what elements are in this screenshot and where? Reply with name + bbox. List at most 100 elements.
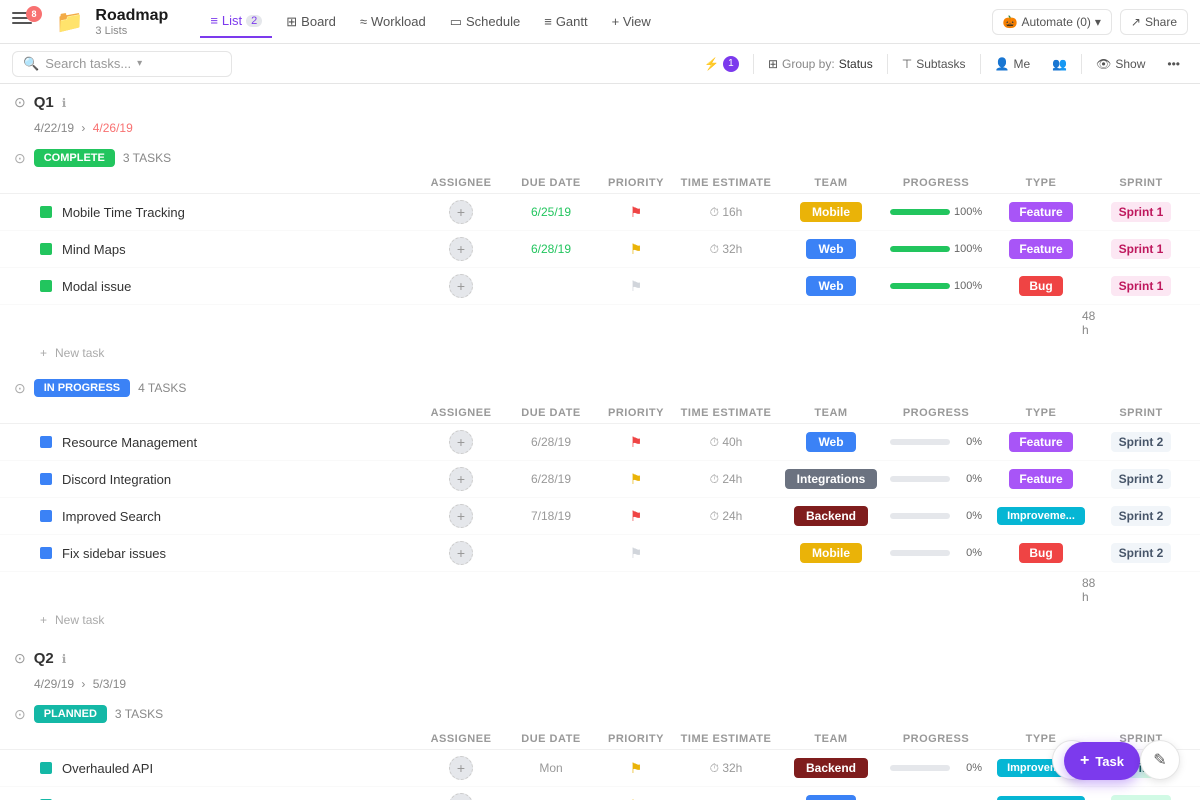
search-input[interactable]: 🔍 Search tasks... ▾ <box>12 51 232 77</box>
task-row[interactable]: Resource Management + 6/28/19 ⚑ ⏱ 40h We… <box>0 424 1200 461</box>
task-row[interactable]: Mind Maps + 6/28/19 ⚑ ⏱ 32h Web <box>0 231 1200 268</box>
tab-gantt[interactable]: ≡ Gantt <box>534 6 597 38</box>
sprint-badge: Sprint 1 <box>1111 202 1172 222</box>
priority-flag-gray: ⚑ <box>630 545 643 562</box>
task-row[interactable]: Translation and Localization + 7/3/19 ⚑ … <box>0 787 1200 800</box>
progress-bar-wrap <box>890 439 950 445</box>
assignee-cell[interactable]: + <box>416 430 506 454</box>
tab-view[interactable]: + View <box>602 6 661 38</box>
edit-fab[interactable]: ✎ <box>1140 740 1180 780</box>
q2-planned-toggle: ⊙ <box>14 706 26 723</box>
tab-workload[interactable]: ≈ Workload <box>350 6 436 38</box>
project-name: Roadmap <box>95 7 168 25</box>
share-icon: ↗ <box>1131 15 1141 29</box>
estimate-cell: ⏱ 32h <box>676 242 776 257</box>
q1-complete-total: 48 h <box>0 305 1200 341</box>
add-assignee-icon[interactable]: + <box>449 467 473 491</box>
task-row[interactable]: Fix sidebar issues + ⚑ Mobile <box>0 535 1200 572</box>
assignee-cell[interactable]: + <box>416 237 506 261</box>
show-button[interactable]: 👁 Show <box>1088 53 1153 75</box>
add-assignee-icon[interactable]: + <box>449 430 473 454</box>
me-button[interactable]: 👤 Me <box>987 53 1039 75</box>
group-by-button[interactable]: ⊞ Group by: Status <box>760 53 881 75</box>
add-assignee-icon[interactable]: + <box>449 274 473 298</box>
progress-bar-wrap <box>890 765 950 771</box>
tab-list[interactable]: ≡ List 2 <box>200 6 272 38</box>
col-header-type: TYPE <box>986 177 1096 189</box>
q1-info-icon[interactable]: ℹ <box>62 96 67 110</box>
task-row[interactable]: Mobile Time Tracking + 6/25/19 ⚑ ⏱ 16h M… <box>0 194 1200 231</box>
sprint-badge: Sprint 1 <box>1111 276 1172 296</box>
progress-pct: 0% <box>954 547 982 559</box>
q1-inprogress-header[interactable]: ⊙ IN PROGRESS 4 TASKS <box>0 373 1200 403</box>
q1-header[interactable]: ⊙ Q1 ℹ + NEW TASK <box>0 84 1200 121</box>
col-header-priority: PRIORITY <box>596 407 676 419</box>
col-header-sprint: SPRINT <box>1096 407 1186 419</box>
progress-bar-fill <box>890 246 950 252</box>
tab-workload-label: Workload <box>371 14 426 29</box>
assignee-cell[interactable]: + <box>416 504 506 528</box>
type-badge: Feature <box>1009 239 1072 259</box>
create-task-fab[interactable]: + Task <box>1064 742 1140 780</box>
share-button[interactable]: ↗ Share <box>1120 9 1188 35</box>
col-header-team: TEAM <box>776 733 886 745</box>
me-icon: 👤 <box>995 57 1010 71</box>
add-assignee-icon[interactable]: + <box>449 504 473 528</box>
add-assignee-icon[interactable]: + <box>449 237 473 261</box>
assignee-cell[interactable]: + <box>416 274 506 298</box>
subtasks-label: Subtasks <box>916 57 965 71</box>
priority-flag-yellow: ⚑ <box>630 797 643 800</box>
me-extra-button[interactable]: 👥 <box>1044 53 1075 75</box>
assignee-cell[interactable]: + <box>416 467 506 491</box>
progress-bar-wrap <box>890 513 950 519</box>
eye-icon: 👁 <box>1096 57 1111 71</box>
due-date: Mon <box>506 761 596 775</box>
menu-area: 8 <box>12 12 48 32</box>
task-name: Improved Search <box>62 509 416 524</box>
tab-board[interactable]: ⊞ Board <box>276 6 346 38</box>
q2-planned-count: 3 TASKS <box>115 707 163 721</box>
progress-cell: 100% <box>886 206 986 218</box>
filter-button[interactable]: ⚡ 1 <box>696 52 747 76</box>
task-row[interactable]: Discord Integration + 6/28/19 ⚑ ⏱ 24h In… <box>0 461 1200 498</box>
q1-complete-header[interactable]: ⊙ COMPLETE 3 TASKS <box>0 143 1200 173</box>
add-assignee-icon[interactable]: + <box>449 541 473 565</box>
add-assignee-icon[interactable]: + <box>449 793 473 800</box>
q2-header[interactable]: ⊙ Q2 ℹ + NEW TASK <box>0 640 1200 677</box>
assignee-cell[interactable]: + <box>416 541 506 565</box>
filter-count-badge: 1 <box>723 56 739 72</box>
assignee-cell[interactable]: + <box>416 756 506 780</box>
fab-label: Task <box>1095 754 1124 769</box>
new-task-label: New task <box>55 346 104 360</box>
q2-planned-table: ASSIGNEE DUE DATE PRIORITY TIME ESTIMATE… <box>0 729 1200 800</box>
q2-info-icon[interactable]: ℹ <box>62 652 67 666</box>
schedule-icon: ▭ <box>450 14 462 30</box>
automate-button[interactable]: 🎃 Automate (0) ▾ <box>992 9 1112 35</box>
share-label: Share <box>1145 15 1177 29</box>
priority-flag-gray: ⚑ <box>630 278 643 295</box>
progress-pct: 0% <box>954 510 982 522</box>
col-header-estimate: TIME ESTIMATE <box>676 177 776 189</box>
sprint-badge: Sprint 2 <box>1111 543 1172 563</box>
notification-badge: 8 <box>26 6 42 22</box>
progress-cell: 0% <box>886 762 986 774</box>
type-badge: Bug <box>1019 543 1062 563</box>
task-row[interactable]: Modal issue + ⚑ Web <box>0 268 1200 305</box>
col-header-type: TYPE <box>986 407 1096 419</box>
add-assignee-icon[interactable]: + <box>449 756 473 780</box>
subtasks-button[interactable]: ⊤ Subtasks <box>894 53 974 75</box>
q1-inprogress-new-task[interactable]: + New task <box>0 608 1200 632</box>
assignee-cell[interactable]: + <box>416 793 506 800</box>
add-assignee-icon[interactable]: + <box>449 200 473 224</box>
assignee-cell[interactable]: + <box>416 200 506 224</box>
task-row[interactable]: Improved Search + 7/18/19 ⚑ ⏱ 24h Backen… <box>0 498 1200 535</box>
gantt-icon: ≡ <box>544 14 552 29</box>
tab-schedule[interactable]: ▭ Schedule <box>440 6 531 38</box>
toolbar: 🔍 Search tasks... ▾ ⚡ 1 ⊞ Group by: Stat… <box>0 44 1200 84</box>
task-row[interactable]: Overhauled API + Mon ⚑ ⏱ 32h Backend <box>0 750 1200 787</box>
team-cell: Backend <box>776 506 886 526</box>
q1-complete-new-task[interactable]: + New task <box>0 341 1200 365</box>
progress-bar-fill <box>890 209 950 215</box>
q2-planned-header[interactable]: ⊙ PLANNED 3 TASKS <box>0 699 1200 729</box>
more-button[interactable]: ••• <box>1159 53 1188 75</box>
